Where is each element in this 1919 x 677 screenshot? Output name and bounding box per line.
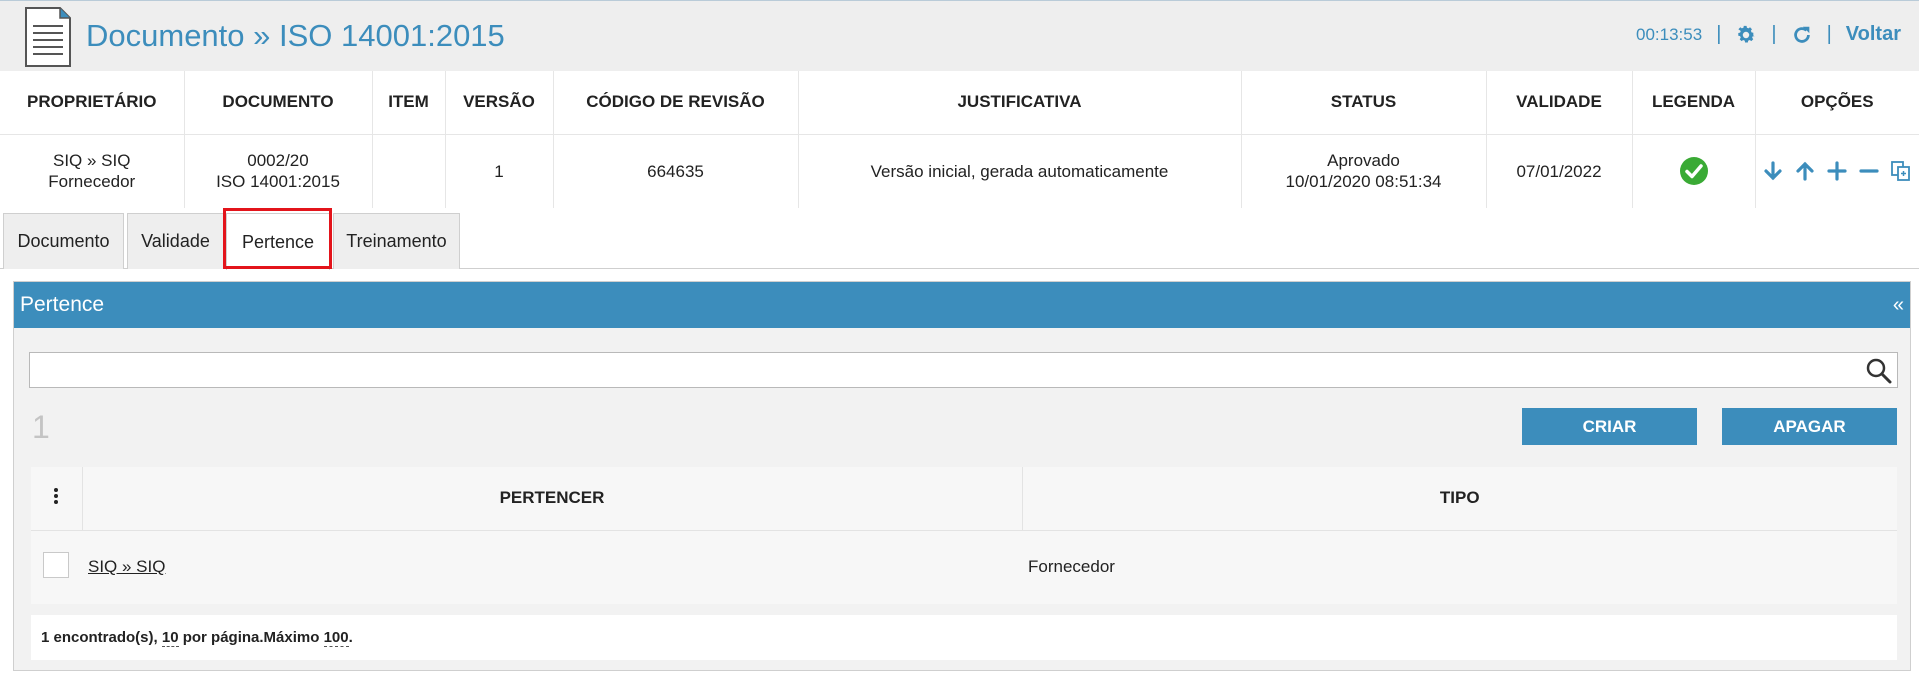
owner-cell: SIQ » SIQ Fornecedor — [0, 134, 185, 208]
delete-button[interactable]: APAGAR — [1722, 408, 1897, 445]
panel-header: Pertence « — [14, 282, 1910, 328]
per-page-text: por página.Máximo — [182, 629, 320, 646]
validity-cell: 07/01/2022 — [1486, 134, 1633, 208]
column-header: DOCUMENTO — [184, 71, 373, 135]
separator: | — [1716, 23, 1722, 45]
table-header-row: PROPRIETÁRIO DOCUMENTO ITEM VERSÃO CÓDIG… — [0, 71, 1919, 135]
column-header: JUSTIFICATIVA — [798, 71, 1242, 135]
record-count: 1 — [32, 409, 50, 445]
column-header: LEGENDA — [1632, 71, 1756, 135]
column-header: TIPO — [1022, 467, 1897, 531]
found-count: 1 encontrado(s), — [41, 629, 158, 646]
row-select-cell — [31, 530, 82, 604]
collapse-button[interactable]: « — [1893, 282, 1904, 328]
document-table: PROPRIETÁRIO DOCUMENTO ITEM VERSÃO CÓDIG… — [0, 71, 1919, 208]
status-date: 10/01/2020 08:51:34 — [1285, 172, 1442, 192]
kebab-icon[interactable] — [53, 487, 59, 505]
owner-name: SIQ » SIQ — [53, 151, 131, 171]
separator: | — [1826, 23, 1832, 45]
version-cell: 1 — [445, 134, 554, 208]
search-input[interactable] — [29, 352, 1898, 388]
tipo-cell: Fornecedor — [1022, 530, 1897, 604]
pertence-grid: PERTENCER TIPO SIQ » SIQ Fornecedor — [31, 467, 1897, 604]
back-link[interactable]: Voltar — [1846, 23, 1901, 46]
gear-icon[interactable] — [1735, 24, 1757, 46]
tab-treinamento[interactable]: Treinamento — [333, 213, 460, 269]
column-header: OPÇÕES — [1755, 71, 1919, 135]
create-button[interactable]: CRIAR — [1522, 408, 1697, 445]
status-text: Aprovado — [1327, 151, 1400, 171]
item-cell — [372, 134, 446, 208]
column-header: VERSÃO — [445, 71, 554, 135]
pertencer-link[interactable]: SIQ » SIQ — [88, 557, 165, 576]
column-header: PERTENCER — [82, 467, 1023, 531]
check-circle-icon — [1679, 157, 1708, 186]
column-header: PROPRIETÁRIO — [0, 71, 185, 135]
document-icon — [25, 7, 71, 67]
max-selector[interactable]: 100 — [323, 629, 349, 647]
grid-header-row: PERTENCER TIPO — [31, 467, 1897, 531]
plus-icon[interactable] — [1826, 160, 1848, 182]
session-timer: 00:13:53 — [1636, 24, 1703, 44]
arrow-down-icon[interactable] — [1762, 160, 1784, 182]
column-header: STATUS — [1241, 71, 1487, 135]
legend-cell — [1632, 134, 1756, 208]
column-header: CÓDIGO DE REVISÃO — [553, 71, 799, 135]
page-header: Documento » ISO 14001:2015 00:13:53 | | … — [0, 0, 1919, 71]
justification-cell: Versão inicial, gerada automaticamente — [798, 134, 1242, 208]
arrow-up-icon[interactable] — [1794, 160, 1816, 182]
page-title: Documento » ISO 14001:2015 — [86, 18, 505, 53]
tab-validade[interactable]: Validade — [127, 213, 224, 269]
owner-type: Fornecedor — [48, 172, 136, 192]
search-icon[interactable] — [1865, 357, 1893, 385]
row-checkbox[interactable] — [43, 551, 69, 578]
header-toolbar: 00:13:53 | | | Voltar — [1636, 23, 1901, 46]
per-page-selector[interactable]: 10 — [161, 629, 179, 647]
tab-documento[interactable]: Documento — [3, 213, 124, 269]
tab-pertence[interactable]: Pertence — [226, 213, 330, 270]
refresh-icon[interactable] — [1791, 24, 1813, 46]
pagination-footer: 1 encontrado(s), 10 por página.Máximo 10… — [31, 615, 1897, 660]
pertencer-cell: SIQ » SIQ — [82, 530, 1022, 604]
table-row: SIQ » SIQ Fornecedor 0002/20 ISO 14001:2… — [0, 134, 1919, 208]
pertence-panel: Pertence « 1 CRIAR APAGAR PERTENCER TIPO — [13, 281, 1911, 671]
options-cell — [1755, 134, 1919, 208]
status-cell: Aprovado 10/01/2020 08:51:34 — [1241, 134, 1487, 208]
table-row: SIQ » SIQ Fornecedor — [31, 530, 1897, 604]
column-header: VALIDADE — [1486, 71, 1633, 135]
copy-icon[interactable] — [1890, 160, 1912, 182]
document-number: 0002/20 — [247, 151, 309, 171]
separator: | — [1771, 23, 1777, 45]
tab-bar: Documento Validade Pertence Treinamento — [0, 209, 1919, 270]
minus-icon[interactable] — [1858, 160, 1880, 182]
document-cell: 0002/20 ISO 14001:2015 — [184, 134, 373, 208]
footer-end: . — [348, 629, 353, 646]
revision-code-cell: 664635 — [553, 134, 799, 208]
column-header: ITEM — [372, 71, 446, 135]
document-name: ISO 14001:2015 — [216, 172, 340, 192]
column-menu[interactable] — [31, 467, 83, 531]
panel-title: Pertence — [20, 293, 105, 316]
